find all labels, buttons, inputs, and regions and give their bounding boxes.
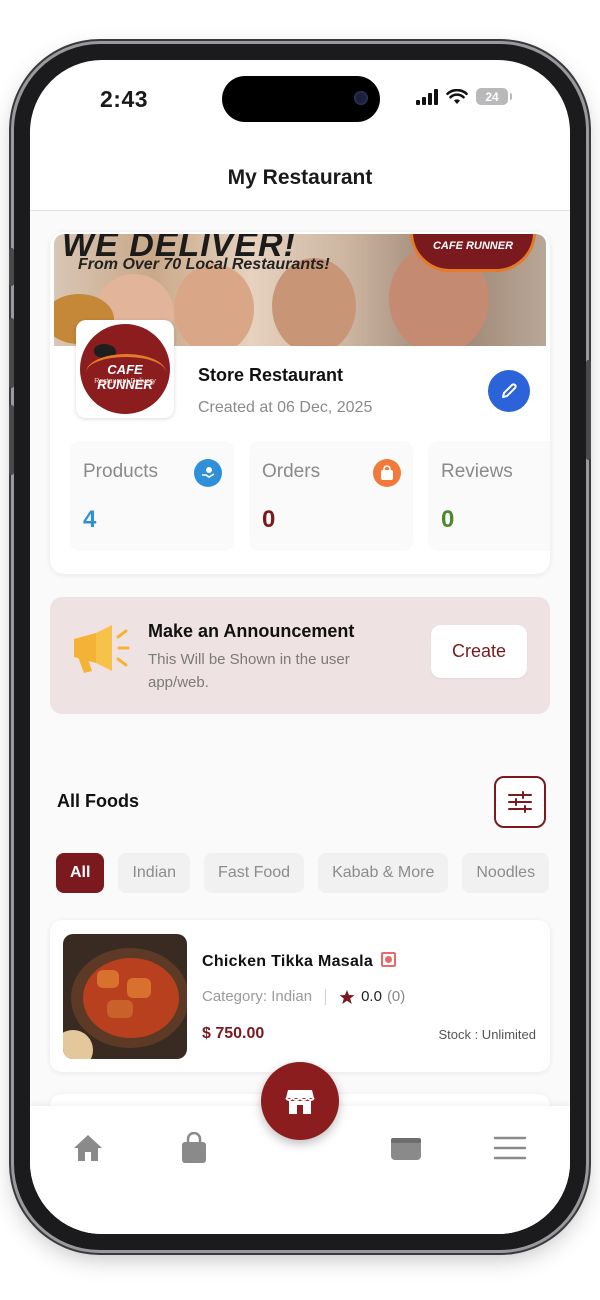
wallet-icon — [391, 1138, 421, 1160]
store-logo: CAFE RUNNER Restaurant Delivery — [76, 320, 174, 418]
food-rating: 0.0 — [361, 988, 382, 1005]
silent-switch — [9, 248, 14, 286]
products-icon — [194, 459, 222, 487]
nav-wallet[interactable] — [386, 1128, 426, 1168]
status-icons: 24 — [416, 88, 512, 105]
status-time: 2:43 — [100, 86, 149, 112]
page-title: My Restaurant — [227, 166, 373, 189]
non-veg-icon — [381, 952, 397, 967]
chip-noodles[interactable]: Noodles — [462, 853, 550, 893]
bag-icon — [182, 1132, 206, 1163]
edit-store-button[interactable] — [488, 370, 530, 412]
food-image — [63, 934, 187, 1059]
food-category: Category: Indian — [202, 988, 313, 1005]
chip-indian[interactable]: Indian — [118, 853, 191, 893]
nav-home[interactable] — [68, 1128, 108, 1168]
stat-value: 0 — [441, 506, 455, 533]
section-title-all-foods: All Foods — [57, 791, 139, 811]
food-name: Chicken Tikka Masala — [202, 951, 397, 971]
stat-value: 0 — [262, 506, 276, 533]
store-created-date: Created at 06 Dec, 2025 — [198, 399, 373, 416]
food-meta: Category: Indian 0.0 (0) — [202, 988, 405, 1005]
menu-icon — [493, 1136, 527, 1160]
stat-label: Orders — [262, 461, 321, 482]
category-chips: All Indian Fast Food Kabab & More Noodle… — [56, 853, 550, 893]
announcement-title: Make an Announcement — [148, 621, 355, 641]
store-name: Store Restaurant — [198, 365, 344, 385]
food-price: $ 750.00 — [202, 1025, 265, 1042]
food-stock: Stock : Unlimited — [438, 1027, 536, 1042]
banner-logo: CAFE RUNNER — [410, 234, 536, 272]
create-announcement-button[interactable]: Create — [431, 625, 527, 678]
sliders-icon — [508, 791, 532, 813]
stat-label: Reviews — [441, 461, 513, 482]
food-item-card[interactable]: Chicken Tikka Masala Category: Indian 0.… — [50, 920, 550, 1072]
home-icon — [74, 1135, 102, 1161]
app-header: My Restaurant — [30, 148, 570, 211]
stat-products[interactable]: Products 4 — [70, 441, 234, 551]
store-icon — [285, 1090, 315, 1114]
nav-store-button[interactable] — [261, 1062, 339, 1140]
battery-level: 24 — [485, 89, 499, 104]
orders-icon — [373, 459, 401, 487]
banner-subline: From Over 70 Local Restaurants! — [78, 256, 330, 273]
nav-menu[interactable] — [490, 1128, 530, 1168]
logo-subtitle: Restaurant Delivery — [94, 378, 156, 385]
chip-fast-food[interactable]: Fast Food — [204, 853, 305, 893]
volume-up-button — [9, 318, 14, 388]
announcement-card: Make an Announcement This Will be Shown … — [50, 597, 550, 714]
stat-label: Products — [83, 461, 158, 482]
megaphone-icon — [74, 625, 130, 673]
dynamic-island — [222, 76, 380, 122]
chip-all[interactable]: All — [56, 853, 105, 893]
chip-kabab-more[interactable]: Kabab & More — [318, 853, 449, 893]
banner-person — [174, 264, 254, 346]
volume-down-button — [9, 405, 14, 475]
phone-screen: 2:43 24 My Restaurant WE DELIVER! From O… — [30, 60, 570, 1234]
stat-reviews[interactable]: Reviews 0 — [428, 441, 550, 551]
power-button — [586, 360, 591, 460]
battery-icon: 24 — [476, 88, 512, 105]
nav-orders[interactable] — [174, 1128, 214, 1168]
pencil-icon — [502, 383, 517, 398]
food-name-text: Chicken Tikka Masala — [202, 953, 374, 970]
filter-button[interactable] — [494, 776, 546, 828]
wifi-icon — [446, 88, 468, 104]
food-rating-count: (0) — [386, 988, 406, 1005]
stat-value: 4 — [83, 506, 97, 533]
logo-circle: CAFE RUNNER Restaurant Delivery — [80, 324, 170, 414]
logo-name: CAFE RUNNER — [97, 362, 153, 392]
announcement-description: This Will be Shown in the user app/web. — [148, 651, 350, 691]
camera-icon — [354, 91, 368, 105]
stat-orders[interactable]: Orders 0 — [249, 441, 413, 551]
store-card: WE DELIVER! From Over 70 Local Restauran… — [50, 232, 550, 574]
cellular-signal-icon — [416, 88, 438, 105]
star-icon — [339, 989, 355, 1004]
